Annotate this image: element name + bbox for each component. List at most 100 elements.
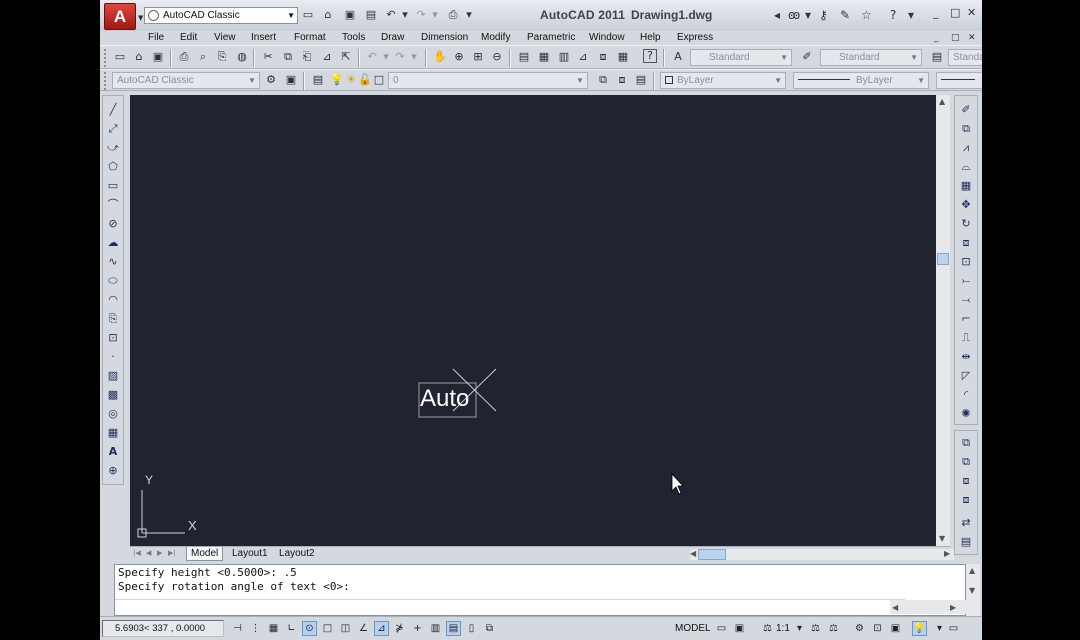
gradient-icon[interactable]: ▩	[105, 387, 121, 403]
scroll-thumb[interactable]	[698, 549, 726, 560]
cut-icon[interactable]: ✂	[260, 49, 276, 65]
infer-constraints-icon[interactable]: ⊣	[230, 621, 245, 636]
fillet-icon[interactable]: ◜	[958, 387, 974, 403]
scroll-left-icon[interactable]: ◀	[892, 603, 898, 612]
annotation-monitor-icon[interactable]: ⧉	[482, 621, 497, 636]
rotate-icon[interactable]: ↻	[958, 216, 974, 232]
tab-model[interactable]: Model	[186, 547, 224, 561]
table-style-icon[interactable]: ▤	[929, 49, 945, 65]
scroll-up-icon[interactable]: ▲	[939, 97, 945, 106]
workspace-settings-icon[interactable]: ⚙	[263, 72, 279, 88]
properties-icon[interactable]: ▤	[516, 49, 532, 65]
menu-modify[interactable]: Modify	[481, 31, 510, 45]
layer-previous-icon[interactable]: ⧈	[614, 72, 630, 88]
new-icon[interactable]: ▭	[301, 8, 315, 22]
tab-layout1[interactable]: Layout1	[228, 547, 272, 561]
hatch-to-back-icon[interactable]: ▤	[958, 534, 974, 550]
dimension-style-icon[interactable]: ✐	[799, 49, 815, 65]
text-style-icon[interactable]: A	[670, 49, 686, 65]
model-space-button[interactable]: MODEL	[675, 621, 711, 636]
bring-to-front-icon[interactable]: ⧉	[958, 435, 974, 451]
isolate-objects-icon[interactable]: 💡	[912, 621, 927, 636]
dynamic-input-icon[interactable]: ⋡	[392, 621, 407, 636]
copy-object-icon[interactable]: ⧉	[958, 121, 974, 137]
chevron-down-icon[interactable]: ▼	[138, 14, 143, 22]
menu-draw[interactable]: Draw	[381, 31, 404, 45]
layer-state-icon[interactable]: ▤	[633, 72, 649, 88]
scroll-left-icon[interactable]: ◀	[690, 549, 696, 558]
horizontal-scrollbar[interactable]: ◀ ▶	[690, 549, 954, 560]
region-icon[interactable]: ◎	[105, 406, 121, 422]
workspace-switching-icon[interactable]: ⚙	[852, 621, 867, 636]
menu-format[interactable]: Format	[294, 31, 326, 45]
offset-icon[interactable]: ⌓	[958, 159, 974, 175]
tool-palettes-icon[interactable]: ▥	[556, 49, 572, 65]
workspace-switcher[interactable]: AutoCAD Classic ▼	[144, 7, 298, 24]
color-control-select[interactable]: ByLayer ▼	[660, 72, 786, 89]
snap-mode-icon[interactable]: ⋮	[248, 621, 263, 636]
quick-view-layouts-icon[interactable]: ▭	[714, 621, 729, 636]
command-horizontal-scrollbar[interactable]: ◀ ▶	[890, 600, 966, 614]
3d-osnap-icon[interactable]: ◫	[338, 621, 353, 636]
coordinate-display[interactable]: 5.6903< 337 , 0.0000	[102, 620, 224, 637]
trim-icon[interactable]: ⤚	[958, 273, 974, 289]
undo-icon[interactable]: ↶	[384, 8, 398, 22]
scale-icon[interactable]: ⧈	[958, 235, 974, 251]
chevron-down-icon[interactable]: ▾	[406, 49, 422, 65]
menu-parametric[interactable]: Parametric	[527, 31, 575, 45]
toolbar-grip[interactable]	[104, 49, 108, 67]
array-icon[interactable]: ▦	[958, 178, 974, 194]
explode-icon[interactable]: ✺	[958, 406, 974, 422]
paste-icon[interactable]: ⎗	[299, 49, 315, 65]
insert-block-icon[interactable]: ⎘	[105, 311, 121, 327]
scroll-right-icon[interactable]: ▶	[950, 603, 956, 612]
text-to-front-icon[interactable]: ⇄	[958, 515, 974, 531]
text-style-select[interactable]: Standard ▼	[690, 49, 792, 66]
extend-icon[interactable]: ⤙	[958, 292, 974, 308]
menu-edit[interactable]: Edit	[180, 31, 197, 45]
polygon-icon[interactable]: ⬠	[105, 159, 121, 175]
color-swatch-icon[interactable]: □	[371, 72, 387, 88]
binoculars-icon[interactable]: ꙭ	[788, 8, 800, 22]
send-under-icon[interactable]: ⧈	[958, 492, 974, 508]
subscription-key-icon[interactable]: ⚷	[819, 8, 828, 22]
chevron-down-icon[interactable]: ▾	[805, 8, 811, 22]
communication-center-icon[interactable]: ✎	[840, 8, 850, 22]
quick-view-drawings-icon[interactable]: ▣	[732, 621, 747, 636]
menu-insert[interactable]: Insert	[251, 31, 276, 45]
lineweight-icon[interactable]: +	[410, 621, 425, 636]
plot-icon[interactable]: ⎙	[176, 49, 192, 65]
line-icon[interactable]: ╱	[105, 102, 121, 118]
menu-dimension[interactable]: Dimension	[421, 31, 468, 45]
construction-line-icon[interactable]: ⤢	[105, 121, 121, 137]
dynamic-ucs-icon[interactable]: ⊿	[374, 621, 389, 636]
open-icon[interactable]: ⌂	[131, 49, 147, 65]
chamfer-icon[interactable]: ◸	[958, 368, 974, 384]
drawing-area[interactable]: Y X Auto	[130, 95, 936, 546]
quick-properties-icon[interactable]: ▤	[446, 621, 461, 636]
chevron-down-icon[interactable]: ▾	[428, 8, 442, 22]
publish-icon[interactable]: ⎘	[214, 49, 230, 65]
circle-icon[interactable]: ⊘	[105, 216, 121, 232]
workspace-select[interactable]: AutoCAD Classic ▼	[112, 72, 260, 89]
transparency-icon[interactable]: ▥	[428, 621, 443, 636]
ellipse-icon[interactable]: ⬭	[105, 273, 121, 289]
application-menu-button[interactable]: A	[104, 3, 136, 30]
clean-screen-icon[interactable]: ▭	[946, 621, 961, 636]
ortho-mode-icon[interactable]: ∟	[284, 621, 299, 636]
join-icon[interactable]: ⇹	[958, 349, 974, 365]
break-at-point-icon[interactable]: ⌐	[958, 311, 974, 327]
favorites-star-icon[interactable]: ☆	[861, 8, 872, 22]
selection-cycling-icon[interactable]: ▯	[464, 621, 479, 636]
table-style-select[interactable]: Standa	[948, 49, 982, 66]
rectangle-icon[interactable]: ▭	[105, 178, 121, 194]
chevron-down-icon[interactable]: ▾	[792, 621, 807, 636]
make-current-layer-icon[interactable]: ⧉	[595, 72, 611, 88]
make-block-icon[interactable]: ⊡	[105, 330, 121, 346]
save-icon[interactable]: ▣	[150, 49, 166, 65]
doc-close-button[interactable]: ✕	[968, 31, 976, 45]
sheet-set-icon[interactable]: ⊿	[575, 49, 591, 65]
doc-restore-button[interactable]: □	[951, 31, 960, 45]
move-icon[interactable]: ✥	[958, 197, 974, 213]
revision-cloud-icon[interactable]: ☁	[105, 235, 121, 251]
